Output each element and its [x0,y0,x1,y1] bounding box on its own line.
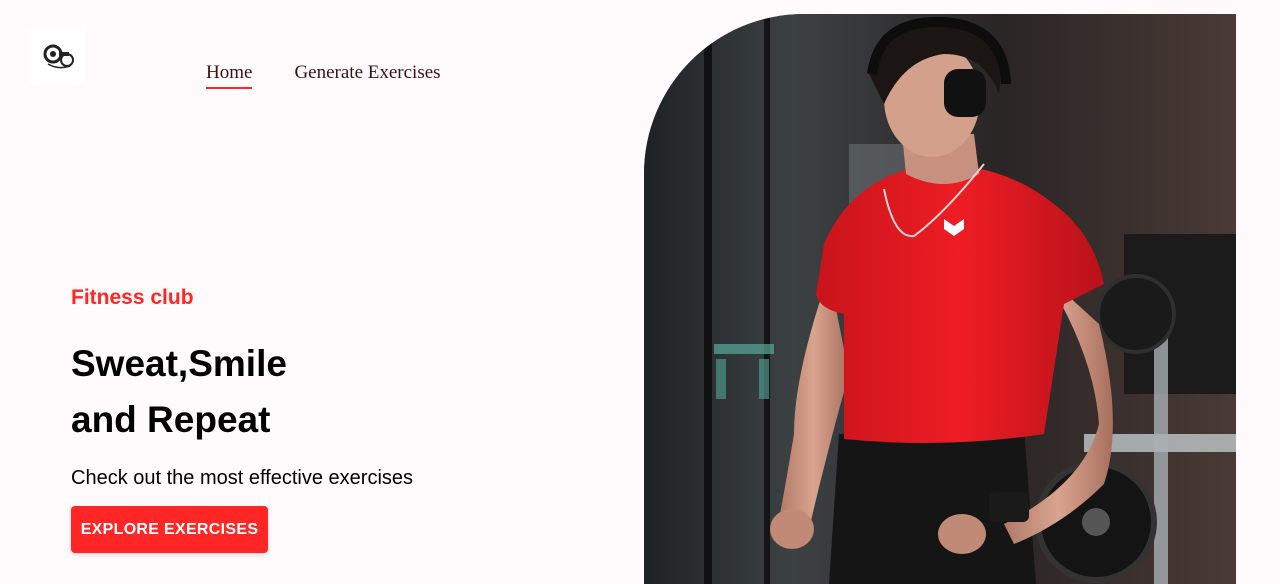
hero-subtext: Check out the most effective exercises [71,467,414,489]
nav-item-generate-exercises[interactable]: Generate Exercises [294,62,440,89]
hero-headline: Sweat,Smile and Repeat [71,336,287,448]
logo[interactable] [30,28,85,83]
main-nav: Home Generate Exercises [206,62,441,89]
gym-logo-icon [43,44,74,68]
nav-item-home[interactable]: Home [206,62,253,89]
hero-headline-line-2: and Repeat [71,399,271,440]
page: Home Generate Exercises Fitness club Swe… [0,0,1280,584]
hero-image [644,14,1236,584]
hero-headline-line-1: Sweat,Smile [71,343,287,384]
hero-eyebrow: Fitness club [71,286,194,309]
explore-exercises-button[interactable]: EXPLORE EXERCISES [71,506,268,553]
athlete-photo [644,14,1236,584]
